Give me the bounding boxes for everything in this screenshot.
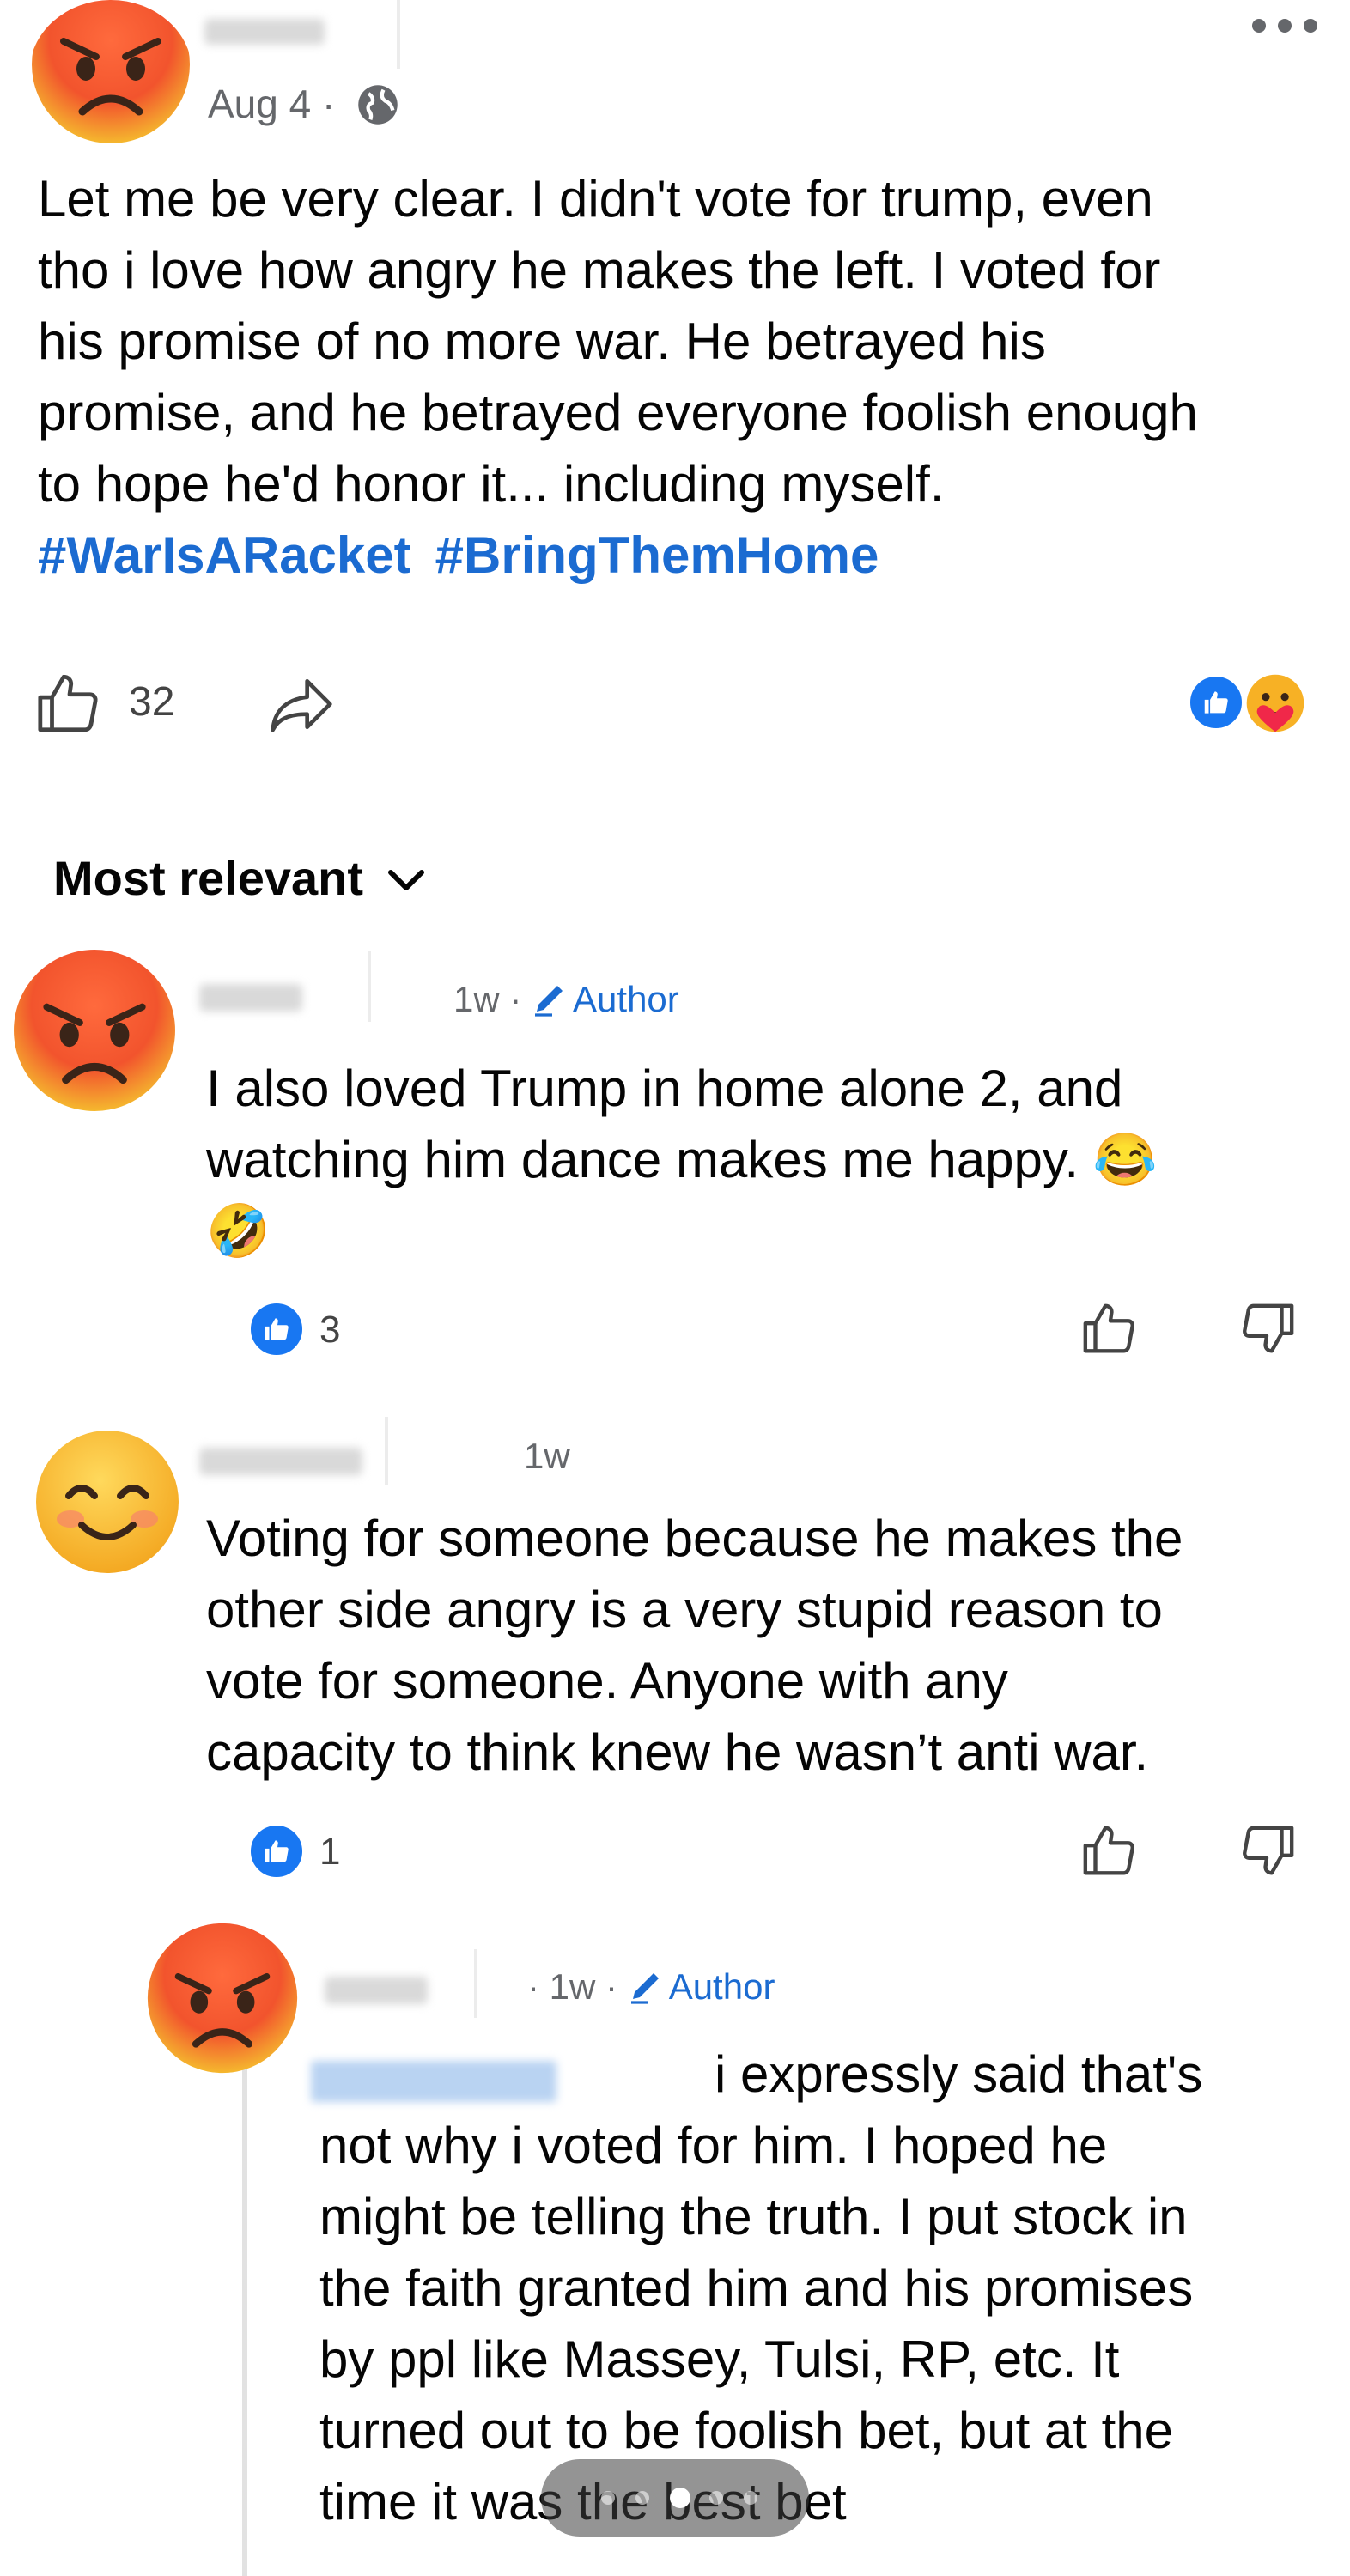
reply-avatar-angry[interactable]: [146, 1922, 299, 2075]
image-pager-indicator[interactable]: [541, 2459, 809, 2537]
chevron-down-icon: [387, 870, 424, 890]
like-icon[interactable]: [34, 666, 105, 740]
comment-text: I also loved Trump in home alone 2, and …: [206, 1060, 1158, 1260]
comment-text: Voting for someone because he makes the …: [206, 1510, 1183, 1781]
comment-time[interactable]: 1w: [524, 1436, 570, 1476]
post-line: tho i love how angry he makes the left. …: [38, 241, 1161, 299]
hashtag-bringthemhome[interactable]: #BringThemHome: [435, 526, 879, 584]
comment-avatar-angry[interactable]: [12, 948, 177, 1113]
post-meta: Aug 4 ·: [208, 82, 336, 126]
post-author-avatar[interactable]: [29, 0, 192, 146]
author-badge: Author: [573, 979, 679, 1019]
more-options-icon[interactable]: [1252, 15, 1321, 36]
post-line: Let me be very clear. I didn't vote for …: [38, 170, 1153, 228]
comment-like-icon[interactable]: [1080, 1820, 1140, 1880]
comment-like-reaction-icon[interactable]: [247, 1822, 306, 1880]
care-reaction-icon: [1246, 674, 1304, 732]
post-timestamp[interactable]: Aug 4: [208, 82, 311, 126]
post-line: to hope he'd honor it... including mysel…: [38, 455, 945, 513]
comment-like-reaction-icon[interactable]: [247, 1300, 306, 1358]
comments-sort-dropdown[interactable]: Most relevant: [53, 850, 427, 906]
globe-icon: [358, 85, 398, 125]
like-reaction-icon: [1187, 673, 1245, 732]
like-count[interactable]: 32: [129, 678, 174, 726]
comment-dislike-icon[interactable]: [1237, 1820, 1297, 1880]
post-hashtags: #WarIsARacket #BringThemHome: [38, 519, 1326, 591]
post-line: promise, and he betrayed everyone foolis…: [38, 384, 1198, 441]
comment-author-name[interactable]: [199, 1448, 362, 1475]
reply-meta: · 1w · Author: [527, 1966, 775, 2007]
post-author-name[interactable]: [204, 19, 325, 45]
comment-meta: 1w · Author: [453, 979, 679, 1019]
pencil-icon: [630, 1973, 659, 2004]
post-body: Let me be very clear. I didn't vote for …: [38, 163, 1326, 591]
sort-label: Most relevant: [53, 851, 363, 905]
comment-dislike-icon[interactable]: [1237, 1298, 1297, 1358]
comment-avatar-smiling[interactable]: [34, 1429, 180, 1575]
comment-reaction-count[interactable]: 3: [319, 1309, 340, 1352]
comment-reaction-count[interactable]: 1: [319, 1831, 340, 1874]
pencil-icon: [535, 986, 563, 1017]
author-badge: Author: [668, 1966, 775, 2007]
comment-author-name[interactable]: [199, 984, 302, 1012]
comment-meta: 1w: [524, 1436, 570, 1477]
reply-time[interactable]: 1w: [550, 1966, 596, 2007]
share-icon[interactable]: [265, 670, 338, 738]
post-line: his promise of no more war. He betrayed …: [38, 313, 1046, 370]
comment-like-icon[interactable]: [1080, 1298, 1140, 1358]
hashtag-warisaracket[interactable]: #WarIsARacket: [38, 526, 411, 584]
reply-author-name[interactable]: [325, 1977, 428, 2004]
comment-time[interactable]: 1w: [453, 979, 500, 1019]
